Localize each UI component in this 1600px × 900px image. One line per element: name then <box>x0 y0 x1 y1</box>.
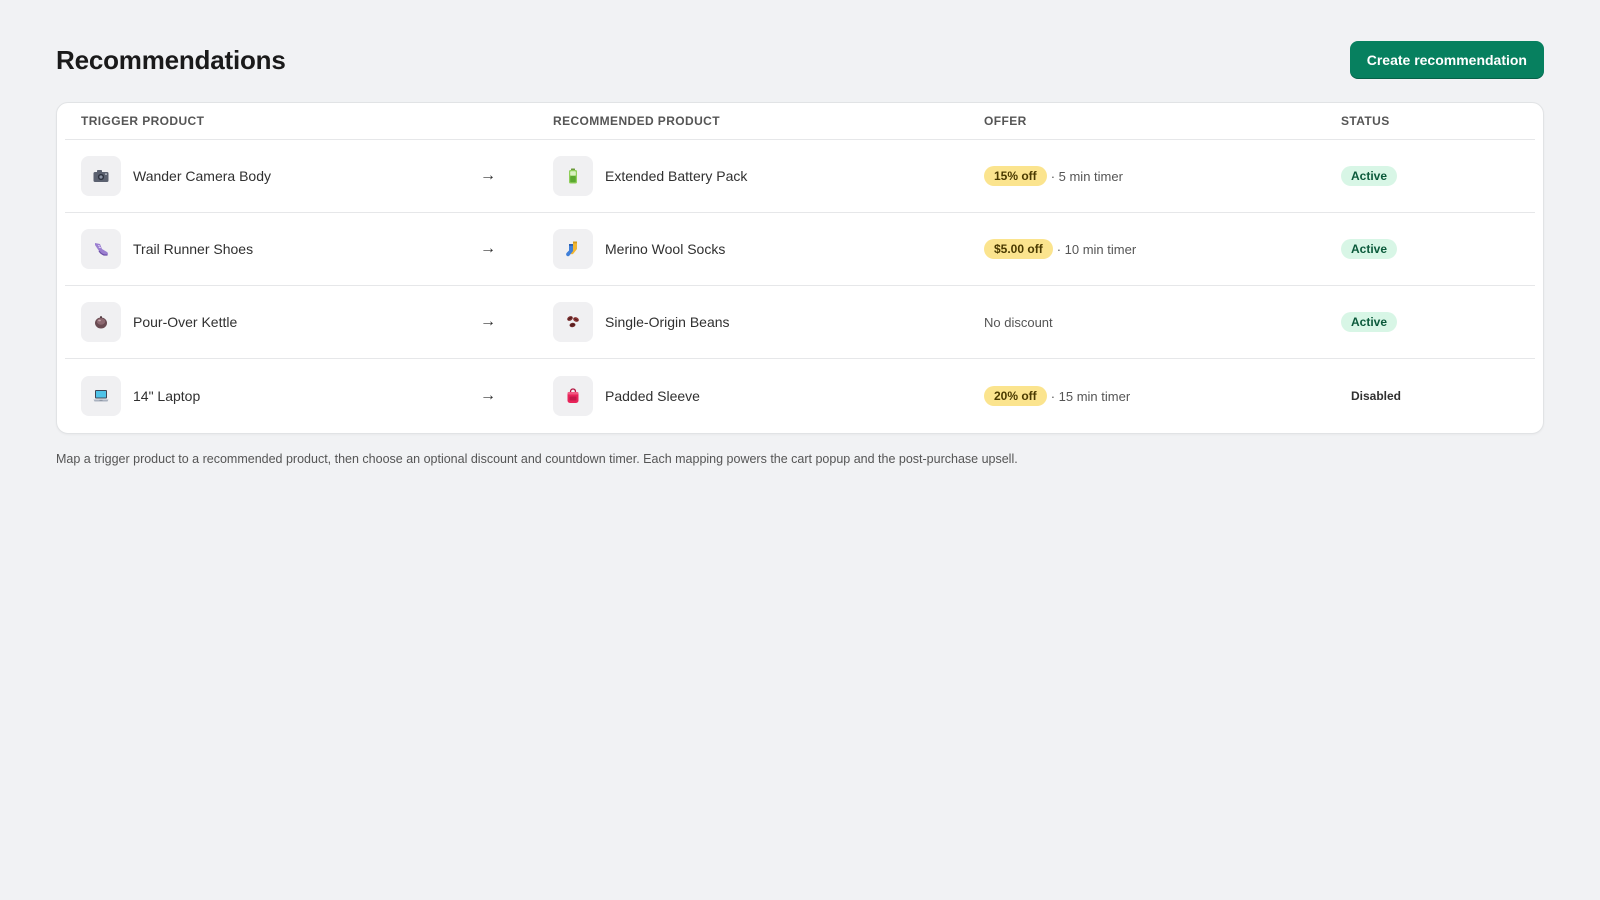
status-badge: Disabled <box>1351 389 1402 403</box>
timer-text: · 5 min timer <box>1050 168 1123 184</box>
mapping-arrow: → <box>480 313 553 331</box>
recommended-product-name: Padded Sleeve <box>605 388 700 404</box>
trigger-cell: Trail Runner Shoes <box>65 229 480 269</box>
trigger-cell: Pour-Over Kettle <box>65 302 480 342</box>
no-discount-text: No discount <box>984 314 1053 330</box>
recommendations-table: TRIGGER PRODUCT RECOMMENDED PRODUCT OFFE… <box>56 102 1544 434</box>
offer-cell: $5.00 off · 10 min timer <box>984 239 1341 259</box>
recommendations-page: Recommendations Create recommendation TR… <box>0 0 1600 900</box>
battery-icon <box>553 156 593 196</box>
status-badge: Active <box>1341 239 1398 259</box>
column-header-trigger: TRIGGER PRODUCT <box>81 114 205 128</box>
offer-cell: 20% off · 15 min timer <box>984 386 1341 406</box>
trigger-product-name: Wander Camera Body <box>133 168 271 184</box>
column-header-status: STATUS <box>1341 114 1390 128</box>
recommended-product-name: Merino Wool Socks <box>605 241 726 257</box>
table-row[interactable]: 14" Laptop → Padded Sleeve 20% off · 15 … <box>65 359 1535 433</box>
page-header: Recommendations Create recommendation <box>56 40 1544 80</box>
camera-icon <box>81 156 121 196</box>
recommended-cell: Merino Wool Socks <box>553 229 984 269</box>
recommended-cell: Extended Battery Pack <box>553 156 984 196</box>
status-cell: Active <box>1341 312 1535 332</box>
offer-cell: 15% off · 5 min timer <box>984 166 1341 186</box>
mapping-arrow: → <box>480 387 553 405</box>
trigger-product-name: Pour-Over Kettle <box>133 314 238 330</box>
trigger-cell: Wander Camera Body <box>65 156 480 196</box>
help-text: Map a trigger product to a recommended p… <box>56 452 1018 466</box>
page-title: Recommendations <box>56 44 286 75</box>
arrow-right-icon: → <box>480 240 496 257</box>
recommended-product-name: Single-Origin Beans <box>605 314 730 330</box>
mapping-arrow: → <box>480 240 553 258</box>
discount-badge: 20% off <box>984 386 1047 406</box>
status-badge: Active <box>1341 312 1398 332</box>
table-row[interactable]: Trail Runner Shoes → Merino Wool Socks $… <box>65 213 1535 286</box>
mapping-arrow: → <box>480 167 553 185</box>
table-header: TRIGGER PRODUCT RECOMMENDED PRODUCT OFFE… <box>65 103 1535 140</box>
status-cell: Disabled <box>1341 386 1535 406</box>
sleeve-bag-icon <box>553 376 593 416</box>
column-header-offer: OFFER <box>984 114 1027 128</box>
arrow-right-icon: → <box>480 167 496 184</box>
status-cell: Active <box>1341 166 1535 186</box>
arrow-right-icon: → <box>480 313 496 330</box>
table-row[interactable]: Pour-Over Kettle → Single-Origin Beans N… <box>65 286 1535 359</box>
timer-text: · 10 min timer <box>1056 241 1137 257</box>
coffee-beans-icon <box>553 302 593 342</box>
arrow-right-icon: → <box>480 387 496 404</box>
discount-badge: $5.00 off <box>984 239 1053 259</box>
kettle-icon <box>81 302 121 342</box>
table-row[interactable]: Wander Camera Body → Extended Battery Pa… <box>65 140 1535 213</box>
shoe-icon <box>81 229 121 269</box>
status-badge: Active <box>1341 166 1398 186</box>
timer-text: · 15 min timer <box>1050 388 1131 404</box>
recommended-product-name: Extended Battery Pack <box>605 168 748 184</box>
laptop-icon <box>81 376 121 416</box>
column-header-recommended: RECOMMENDED PRODUCT <box>553 114 720 128</box>
trigger-product-name: Trail Runner Shoes <box>133 241 254 257</box>
trigger-product-name: 14" Laptop <box>133 388 201 404</box>
recommended-cell: Padded Sleeve <box>553 376 984 416</box>
create-recommendation-button[interactable]: Create recommendation <box>1349 41 1544 79</box>
discount-badge: 15% off <box>984 166 1047 186</box>
status-cell: Active <box>1341 239 1535 259</box>
offer-cell: No discount <box>984 315 1341 330</box>
socks-icon <box>553 229 593 269</box>
recommended-cell: Single-Origin Beans <box>553 302 984 342</box>
trigger-cell: 14" Laptop <box>65 376 480 416</box>
